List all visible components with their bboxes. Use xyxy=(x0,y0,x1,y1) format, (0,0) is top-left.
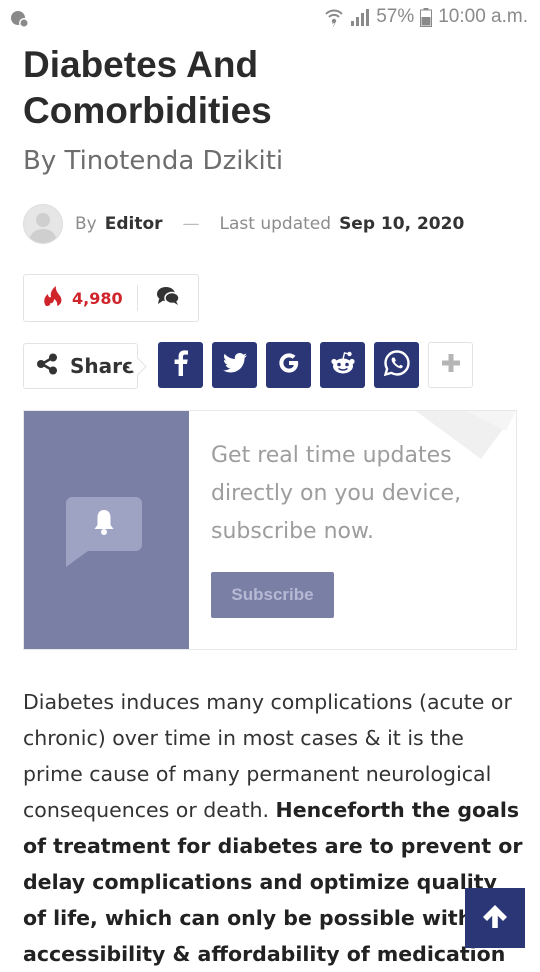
status-bar: ? 57% 10:00 a.m. xyxy=(0,0,540,38)
svg-text:?: ? xyxy=(332,23,336,27)
subscribe-panel xyxy=(24,411,189,649)
signal-icon xyxy=(350,8,370,26)
article-body: Diabetes induces many complications (acu… xyxy=(23,684,523,972)
article-byline: By Tinotenda Dzikiti xyxy=(23,146,284,176)
wifi-icon: ? xyxy=(324,7,344,27)
subscribe-text: Get real time updates directly on you de… xyxy=(211,443,462,544)
reddit-icon xyxy=(330,351,356,379)
share-whatsapp-button[interactable] xyxy=(374,342,419,388)
share-facebook-button[interactable] xyxy=(158,342,203,388)
share-label: Share xyxy=(70,354,136,378)
share-icon xyxy=(36,353,58,379)
updated-label: Last updated xyxy=(219,214,332,234)
article-bold-text: Henceforth the goals of treatment for di… xyxy=(23,798,523,966)
back-to-top-button[interactable] xyxy=(465,888,525,948)
by-label: By xyxy=(75,214,97,234)
article-title: Diabetes And Comorbidities xyxy=(23,42,523,134)
comments-button[interactable] xyxy=(138,286,198,310)
views-count: 4,980 xyxy=(72,288,123,308)
facebook-icon xyxy=(171,350,191,380)
whatsapp-icon xyxy=(383,350,410,380)
author-link[interactable]: Editor xyxy=(105,214,163,234)
comments-icon xyxy=(156,286,180,310)
share-twitter-button[interactable] xyxy=(212,342,257,388)
post-meta: By Editor — Last updated Sep 10, 2020 xyxy=(23,204,464,244)
fire-icon xyxy=(42,285,64,311)
avatar[interactable] xyxy=(23,204,63,244)
title-line-1: Diabetes And xyxy=(23,44,259,85)
battery-percent: 57% xyxy=(376,6,415,27)
arrow-up-icon xyxy=(482,903,508,933)
google-icon xyxy=(277,351,301,379)
share-google-button[interactable] xyxy=(266,342,311,388)
share-reddit-button[interactable] xyxy=(320,342,365,388)
twitter-icon xyxy=(222,353,247,377)
clock: 10:00 a.m. xyxy=(438,6,528,27)
post-counters: 4,980 xyxy=(23,274,199,322)
plus-icon xyxy=(441,353,461,377)
notification-icon xyxy=(10,9,30,29)
meta-separator: — xyxy=(182,214,200,234)
title-line-2: Comorbidities xyxy=(23,90,272,131)
notification-bell-icon xyxy=(66,497,142,573)
updated-date: Sep 10, 2020 xyxy=(339,214,465,234)
share-button[interactable]: Share xyxy=(23,343,138,389)
battery-icon xyxy=(420,7,433,27)
subscribe-box: Get real time updates directly on you de… xyxy=(23,410,517,650)
views-counter: 4,980 xyxy=(24,285,138,311)
share-more-button[interactable] xyxy=(428,342,473,388)
subscribe-button[interactable]: Subscribe xyxy=(211,572,334,618)
